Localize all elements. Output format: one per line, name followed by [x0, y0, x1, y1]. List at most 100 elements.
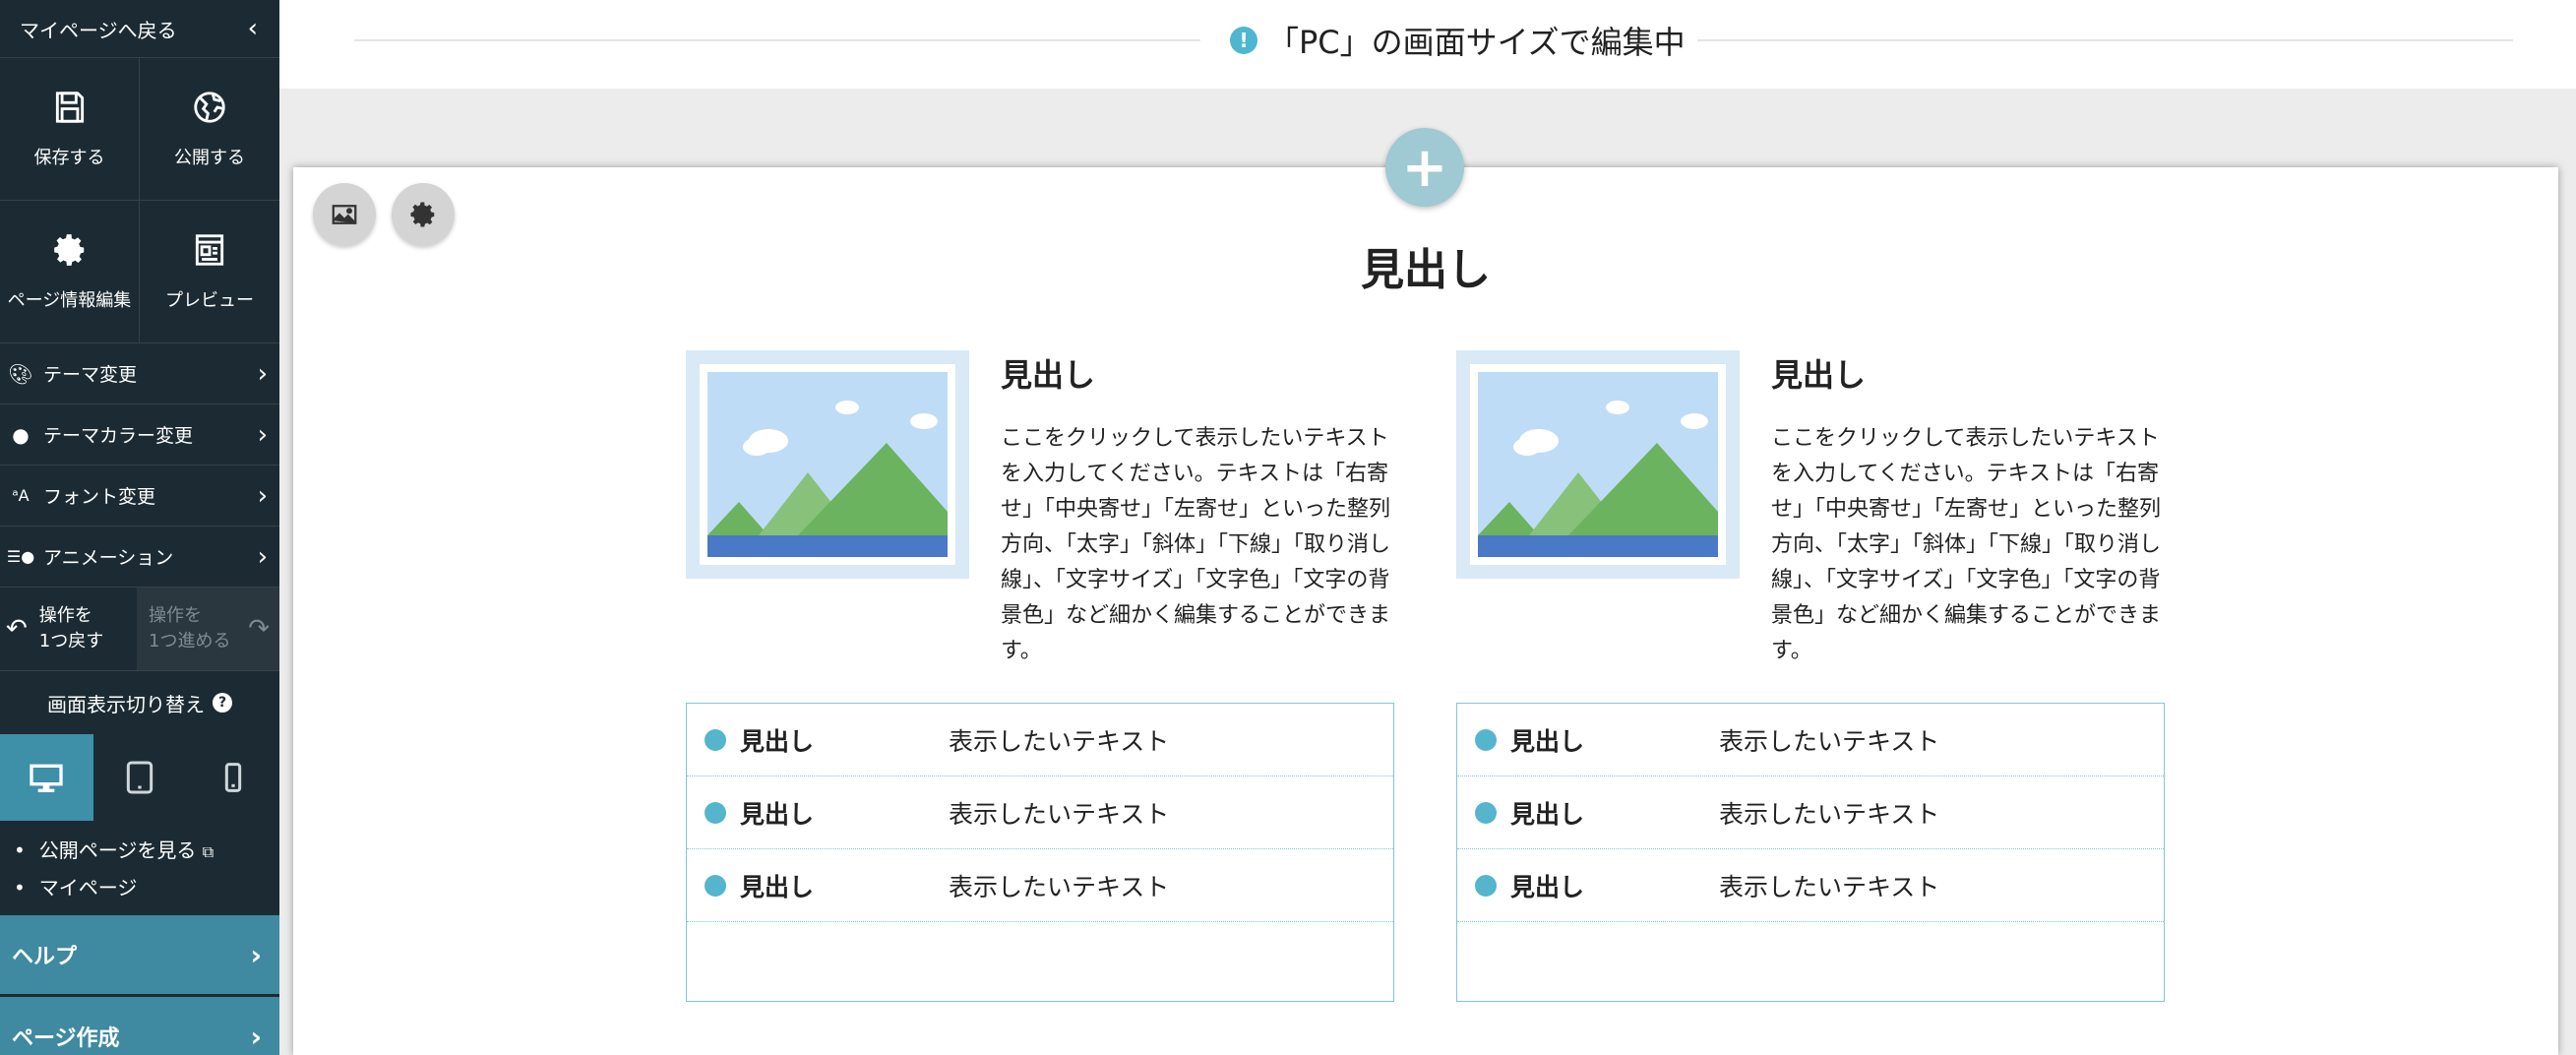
desktop-view-button[interactable]: [0, 734, 93, 821]
animation-menu[interactable]: ☰● アニメーション ›: [0, 527, 279, 588]
row-label: 見出し: [740, 726, 815, 756]
landscape-image-icon: [700, 364, 955, 565]
publish-icon: [194, 92, 225, 123]
row-label: 見出し: [1510, 872, 1585, 901]
theme-color-change-label: テーマカラー変更: [43, 425, 194, 447]
help-button[interactable]: ヘルプ ›: [0, 915, 279, 997]
tablet-view-button[interactable]: [93, 734, 187, 821]
chevron-right-icon: ›: [257, 480, 268, 511]
table-row[interactable]: 見出し 表示したいテキスト: [687, 776, 1393, 849]
undo-label: 操作を 1つ戻す: [38, 605, 104, 652]
card-body-text[interactable]: ここをクリックして表示したいテキストを入力してください。テキストは「右寄せ」「中…: [1001, 421, 1404, 669]
font-change-label: フォント変更: [43, 486, 156, 508]
bullet-dot-icon: [705, 801, 726, 824]
back-to-mypage-button[interactable]: マイページへ戻る ‹: [0, 0, 279, 58]
notice-divider-left: [354, 39, 1200, 41]
publish-label: 公開する: [174, 148, 245, 168]
card-heading[interactable]: 見出し: [1001, 350, 1095, 396]
mypage-link[interactable]: マイページ: [14, 870, 279, 905]
row-label: 見出し: [1510, 726, 1585, 756]
save-label: 保存する: [33, 148, 105, 168]
chevron-right-icon: ›: [250, 1020, 262, 1053]
chevron-right-icon: ›: [257, 541, 268, 572]
table-row[interactable]: 見出し 表示したいテキスト: [1457, 849, 2164, 922]
gear-icon: [410, 202, 435, 227]
row-value: 表示したいテキスト: [949, 726, 1170, 756]
table-row[interactable]: 見出し 表示したいテキスト: [1457, 704, 2164, 776]
undo-button[interactable]: ↶ 操作を 1つ戻す: [0, 588, 137, 670]
row-label: 見出し: [740, 872, 815, 901]
bullet-dot-icon: [705, 874, 726, 897]
view-switch-label: 画面表示切り替え: [47, 692, 205, 716]
bullet-dot-icon: [1475, 728, 1497, 751]
page-info-edit-button[interactable]: ページ情報編集: [0, 201, 140, 343]
notice-text-wrap: ! 「PC」の画面サイズで編集中: [1218, 18, 1697, 63]
sidebar: マイページへ戻る ‹ 保存する 公開する ページ情報編集 プレビュー 🎨︎ テー…: [0, 0, 279, 1055]
table-row[interactable]: 見出し 表示したいテキスト: [687, 704, 1393, 776]
notice-divider-right: [1696, 39, 2513, 41]
undo-redo-row: ↶ 操作を 1つ戻す 操作を 1つ進める ↷: [0, 588, 279, 671]
mobile-icon: [224, 763, 241, 792]
bullet-dot-icon: [1475, 801, 1497, 824]
exclamation-icon: !: [1230, 27, 1257, 54]
device-switcher: [0, 734, 279, 821]
row-label: 見出し: [740, 799, 815, 829]
preview-icon: [195, 234, 224, 266]
sidebar-links: 公開ページを見る ⧉ マイページ: [0, 821, 279, 915]
row-value: 表示したいテキスト: [1719, 799, 1940, 829]
question-icon[interactable]: ?: [213, 693, 232, 713]
info-table: 見出し 表示したいテキスト 見出し 表示したいテキスト 見出し 表示したいテキス…: [686, 703, 1394, 1002]
table-row[interactable]: 見出し 表示したいテキスト: [1457, 776, 2164, 849]
row-label: 見出し: [1510, 799, 1585, 829]
card-heading[interactable]: 見出し: [1771, 350, 1866, 396]
bullet-dot-icon: [1475, 874, 1497, 897]
page-create-label: ページ作成: [12, 1026, 120, 1051]
section-heading[interactable]: 見出し: [293, 234, 2558, 297]
mobile-view-button[interactable]: [186, 734, 279, 821]
gear-icon: [53, 234, 84, 266]
info-table: 見出し 表示したいテキスト 見出し 表示したいテキスト 見出し 表示したいテキス…: [1456, 703, 2165, 1002]
mypage-label: マイページ: [38, 876, 138, 900]
edit-mode-notice: ! 「PC」の画面サイズで編集中: [279, 0, 2576, 89]
chevron-right-icon: ›: [250, 938, 262, 971]
notice-text: 「PC」の画面サイズで編集中: [1267, 24, 1686, 61]
save-icon: [55, 92, 84, 123]
plus-icon: +: [1401, 135, 1448, 200]
tool-grid: 保存する 公開する ページ情報編集 プレビュー: [0, 58, 279, 343]
redo-label: 操作を 1つ進める: [149, 605, 231, 652]
chevron-right-icon: ›: [257, 419, 268, 450]
page-create-button[interactable]: ページ作成 ›: [0, 997, 279, 1055]
preview-label: プレビュー: [165, 290, 254, 311]
desktop-icon: [30, 764, 63, 792]
color-palette-icon: ●: [12, 422, 30, 447]
theme-color-change-menu[interactable]: ● テーマカラー変更 ›: [0, 404, 279, 465]
view-public-page-link[interactable]: 公開ページを見る ⧉: [14, 833, 279, 870]
view-public-page-label: 公開ページを見る: [38, 838, 197, 862]
table-row[interactable]: 見出し 表示したいテキスト: [687, 849, 1393, 922]
font-change-menu[interactable]: ᵃA フォント変更 ›: [0, 465, 279, 527]
add-section-button[interactable]: +: [1385, 128, 1464, 207]
font-icon: ᵃA: [12, 486, 30, 505]
animation-icon: ☰●: [6, 547, 35, 566]
help-label: ヘルプ: [12, 945, 78, 969]
landscape-image-icon: [1470, 364, 1726, 565]
card-image[interactable]: [686, 350, 969, 579]
card-body-text[interactable]: ここをクリックして表示したいテキストを入力してください。テキストは「右寄せ」「中…: [1771, 421, 2175, 669]
publish-button[interactable]: 公開する: [140, 58, 279, 201]
page-info-edit-label: ページ情報編集: [7, 290, 132, 311]
redo-button[interactable]: 操作を 1つ進める ↷: [137, 588, 279, 670]
row-value: 表示したいテキスト: [1719, 872, 1940, 901]
external-link-icon: ⧉: [202, 842, 215, 861]
row-value: 表示したいテキスト: [1719, 726, 1940, 756]
page-canvas: + 見出し 見出し ここをクリックして表示したいテキストを入力してください。テキ…: [293, 128, 2558, 1055]
theme-change-menu[interactable]: 🎨︎ テーマ変更 ›: [0, 343, 279, 404]
preview-button[interactable]: プレビュー: [140, 201, 279, 343]
bullet-dot-icon: [705, 728, 726, 751]
row-value: 表示したいテキスト: [949, 799, 1170, 829]
card-image[interactable]: [1456, 350, 1740, 579]
view-switch-title: 画面表示切り替え ?: [0, 671, 279, 734]
save-button[interactable]: 保存する: [0, 58, 140, 201]
undo-arrow-icon: ↶: [6, 614, 28, 644]
chevron-right-icon: ›: [257, 358, 268, 389]
redo-arrow-icon: ↷: [248, 614, 270, 644]
